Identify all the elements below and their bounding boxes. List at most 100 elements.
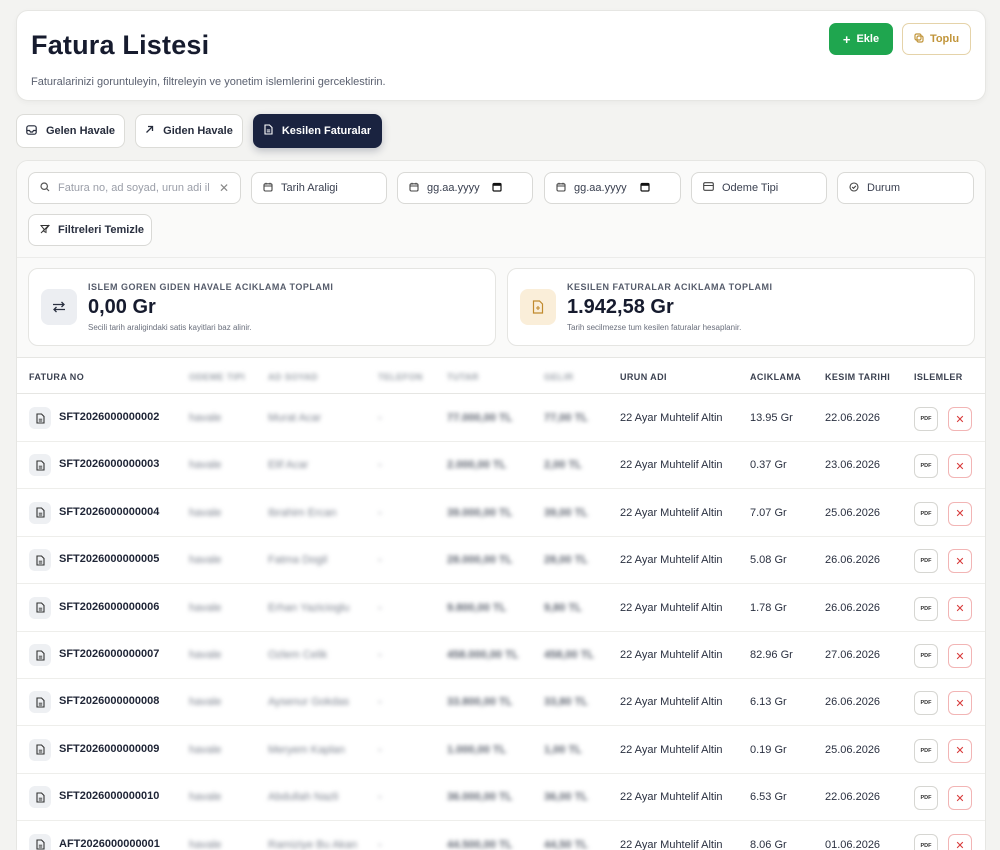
- tab-kesilen-faturalar[interactable]: Kesilen Faturalar: [253, 114, 382, 148]
- pdf-button[interactable]: PDF: [914, 454, 938, 479]
- delete-button[interactable]: ✕: [948, 644, 972, 668]
- pdf-button[interactable]: PDF: [914, 407, 938, 431]
- pdf-button[interactable]: PDF: [914, 644, 938, 668]
- customer-name-cell: Abdullah Nazli: [268, 791, 339, 804]
- invoice-number[interactable]: SFT2026000000006: [59, 601, 159, 613]
- delete-button[interactable]: ✕: [948, 407, 972, 431]
- column-header[interactable]: FATURA NO: [29, 372, 84, 382]
- pdf-button[interactable]: PDF: [914, 549, 938, 574]
- column-header[interactable]: GELIR: [544, 372, 574, 382]
- delete-button[interactable]: ✕: [948, 833, 972, 850]
- arrow-up-right-icon: [145, 125, 154, 137]
- table-row[interactable]: SFT2026000000005 havale Fatma Dogil - 28.000…: [17, 537, 985, 585]
- invoice-number[interactable]: SFT2026000000009: [59, 743, 159, 755]
- income-cell: 1,00 TL: [544, 743, 582, 756]
- column-header[interactable]: TUTAR: [447, 372, 479, 382]
- delete-button[interactable]: ✕: [948, 454, 972, 479]
- column-header[interactable]: URUN ADI: [620, 372, 667, 382]
- status-label: Durum: [867, 182, 901, 194]
- income-cell: 458,00 TL: [544, 649, 595, 661]
- invoice-number[interactable]: SFT2026000000010: [59, 790, 159, 802]
- invoice-number[interactable]: SFT2026000000005: [59, 553, 159, 565]
- column-header[interactable]: TELEFON: [378, 372, 423, 382]
- delete-button[interactable]: ✕: [948, 691, 972, 716]
- table-row[interactable]: SFT2026000000003 havale Elif Acar - 2.000,00…: [17, 442, 985, 490]
- amount-cell: 44.500,00 TL: [447, 838, 513, 850]
- table-row[interactable]: SFT2026000000008 havale Aysenur Gokdas - 33.…: [17, 679, 985, 727]
- table-row[interactable]: SFT2026000000006 havale Erhan Yazicioglu - 9…: [17, 584, 985, 632]
- pdf-button[interactable]: PDF: [914, 738, 938, 763]
- status-select[interactable]: Durum: [837, 172, 974, 204]
- product-name-cell: 22 Ayar Muhtelif Altin: [620, 554, 723, 567]
- product-name-cell: 22 Ayar Muhtelif Altin: [620, 649, 723, 661]
- table-row[interactable]: SFT2026000000010 havale Abdullah Nazli - 36.…: [17, 774, 985, 822]
- payment-type-select[interactable]: Odeme Tipi: [691, 172, 827, 204]
- table-row[interactable]: SFT2026000000007 havale Ozlem Celik - 458.00…: [17, 632, 985, 679]
- pdf-button[interactable]: PDF: [914, 786, 938, 811]
- pdf-button[interactable]: PDF: [914, 596, 938, 621]
- invoice-icon: [520, 289, 556, 325]
- table-row[interactable]: SFT2026000000002 havale Murat Acar - 77.000,…: [17, 395, 985, 442]
- pdf-button[interactable]: PDF: [914, 501, 938, 526]
- phone-cell: -: [378, 649, 382, 661]
- amount-cell: 1.000,00 TL: [447, 743, 507, 756]
- close-icon: ✕: [955, 555, 965, 568]
- delete-button[interactable]: ✕: [948, 501, 972, 526]
- column-header[interactable]: ODEME TIPI: [189, 372, 245, 382]
- description-cell: 5.08 Gr: [750, 554, 787, 567]
- calendar-picker-icon[interactable]: [640, 182, 650, 195]
- pdf-button[interactable]: PDF: [914, 691, 938, 716]
- date-end-input[interactable]: gg.aa.yyyy: [544, 172, 681, 204]
- add-button[interactable]: + Ekle: [829, 23, 893, 55]
- calendar-icon: [409, 182, 419, 195]
- product-name-cell: 22 Ayar Muhtelif Altin: [620, 601, 723, 614]
- description-cell: 0.19 Gr: [750, 743, 787, 756]
- invoice-number[interactable]: SFT2026000000004: [59, 506, 159, 518]
- calendar-picker-icon[interactable]: [492, 182, 502, 195]
- column-header[interactable]: ACIKLAMA: [750, 372, 801, 382]
- invoice-number[interactable]: SFT2026000000008: [59, 695, 159, 707]
- delete-button[interactable]: ✕: [948, 786, 972, 811]
- payment-type-cell: havale: [189, 506, 222, 519]
- close-icon: ✕: [955, 650, 965, 663]
- description-cell: 6.53 Gr: [750, 791, 787, 804]
- column-header[interactable]: KESIM TARIHI: [825, 372, 890, 382]
- issue-date-cell: 25.06.2026: [825, 743, 881, 756]
- column-header[interactable]: AD SOYAD: [268, 372, 318, 382]
- table-row[interactable]: SFT2026000000009 havale Meryem Kaplan - 1.00…: [17, 726, 985, 774]
- table-row[interactable]: AFT2026000000001 havale Ramiziye Bu Akan - 4…: [17, 821, 985, 850]
- invoice-number[interactable]: AFT2026000000001: [59, 838, 160, 850]
- outgoing-transfer-summary: ISLEM GOREN GIDEN HAVALE ACIKLAMA TOPLAM…: [28, 268, 496, 346]
- delete-button[interactable]: ✕: [948, 738, 972, 763]
- product-name-cell: 22 Ayar Muhtelif Altin: [620, 838, 723, 850]
- search-input[interactable]: Fatura no, ad soyad, urun adi il ✕: [28, 172, 241, 204]
- issue-date-cell: 01.06.2026: [825, 838, 881, 850]
- bulk-button[interactable]: Toplu: [902, 23, 971, 55]
- description-cell: 82.96 Gr: [750, 649, 793, 661]
- tab-label: Kesilen Faturalar: [281, 125, 372, 137]
- pdf-button[interactable]: PDF: [914, 833, 938, 850]
- document-icon: [29, 407, 51, 429]
- invoice-number[interactable]: SFT2026000000002: [59, 411, 159, 423]
- income-cell: 39,00 TL: [544, 506, 589, 519]
- tab-giden-havale[interactable]: Giden Havale: [135, 114, 243, 148]
- product-name-cell: 22 Ayar Muhtelif Altin: [620, 459, 723, 472]
- tab-gelen-havale[interactable]: Gelen Havale: [16, 114, 125, 148]
- date-range-select[interactable]: Tarih Araligi: [251, 172, 387, 204]
- phone-cell: -: [378, 838, 382, 850]
- clear-filters-button[interactable]: Filtreleri Temizle: [28, 214, 152, 246]
- clear-search-icon[interactable]: ✕: [219, 181, 229, 195]
- delete-button[interactable]: ✕: [948, 549, 972, 574]
- income-cell: 36,00 TL: [544, 791, 589, 804]
- invoice-number[interactable]: SFT2026000000003: [59, 458, 159, 470]
- close-icon: ✕: [955, 840, 965, 850]
- summary-value: 1.942,58 Gr: [567, 296, 674, 318]
- customer-name-cell: Meryem Kaplan: [268, 743, 346, 756]
- amount-cell: 28.000,00 TL: [447, 554, 513, 567]
- tab-label: Giden Havale: [163, 125, 233, 137]
- table-row[interactable]: SFT2026000000004 havale Ibrahim Ercan - 39.0…: [17, 489, 985, 537]
- delete-button[interactable]: ✕: [948, 596, 972, 621]
- invoice-number[interactable]: SFT2026000000007: [59, 648, 159, 660]
- date-start-input[interactable]: gg.aa.yyyy: [397, 172, 533, 204]
- page-header: Fatura Listesi Faturalarinizi goruntuley…: [16, 10, 986, 101]
